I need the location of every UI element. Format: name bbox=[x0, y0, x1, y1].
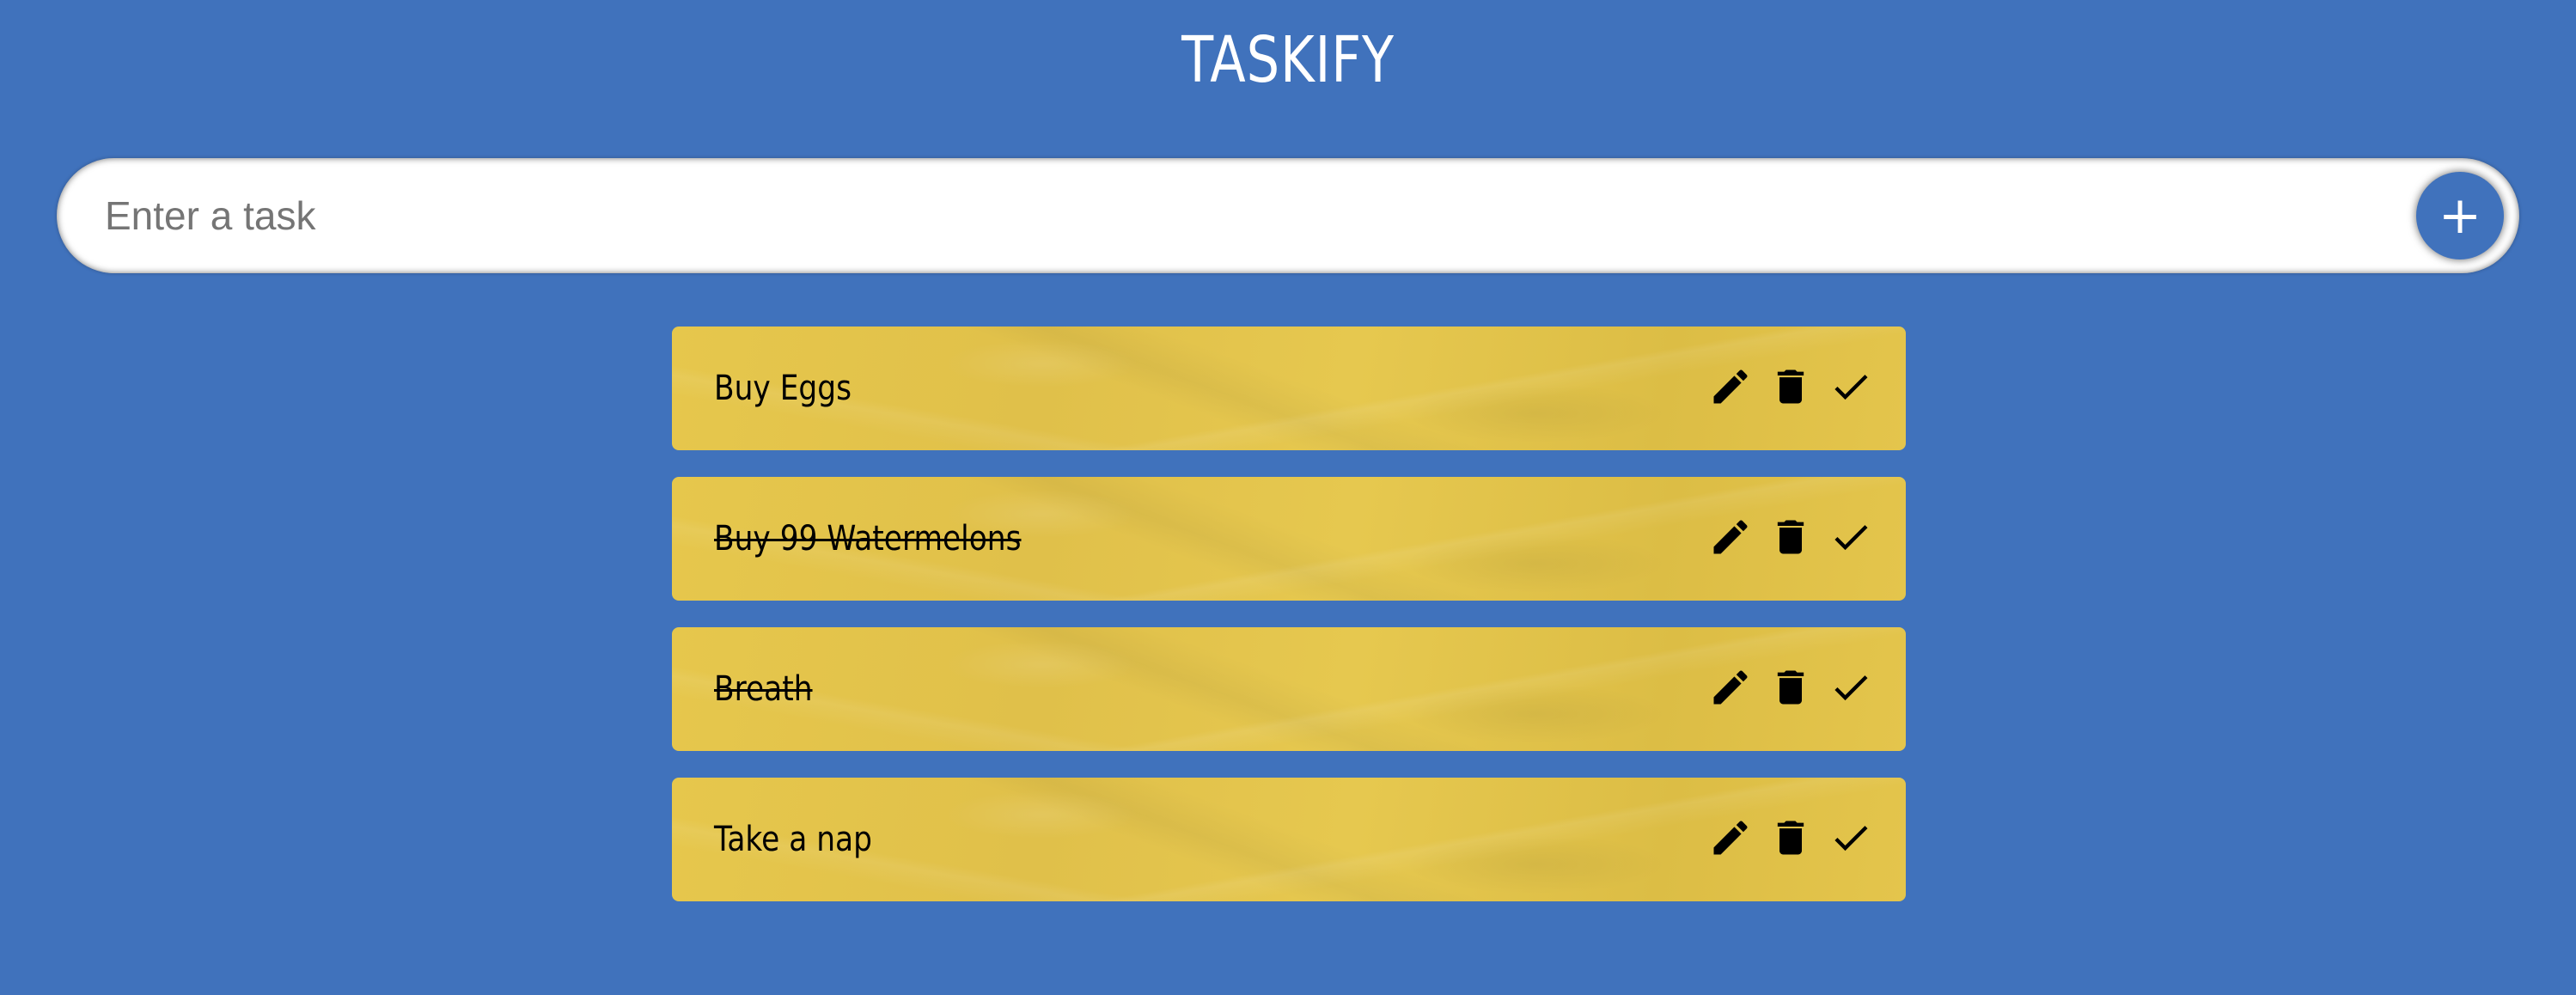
task-text: Breath bbox=[714, 669, 813, 709]
task-input[interactable] bbox=[105, 158, 2390, 273]
task-text: Buy Eggs bbox=[714, 369, 852, 408]
app-title: TASKIFY bbox=[1181, 23, 1395, 97]
task-actions bbox=[1700, 627, 1906, 751]
pencil-icon[interactable] bbox=[1708, 515, 1753, 559]
check-icon[interactable] bbox=[1828, 364, 1873, 409]
task-actions bbox=[1700, 477, 1906, 601]
check-icon[interactable] bbox=[1828, 665, 1873, 710]
task-text: Take a nap bbox=[714, 820, 872, 859]
task-actions bbox=[1700, 778, 1906, 901]
task-list: Buy Eggs Buy 99 Watermelons Breath Take … bbox=[672, 327, 1906, 928]
trash-icon[interactable] bbox=[1768, 515, 1813, 559]
task-card: Buy 99 Watermelons bbox=[672, 477, 1906, 601]
pencil-icon[interactable] bbox=[1708, 815, 1753, 860]
task-card: Breath bbox=[672, 627, 1906, 751]
pencil-icon[interactable] bbox=[1708, 665, 1753, 710]
trash-icon[interactable] bbox=[1768, 665, 1813, 710]
pencil-icon[interactable] bbox=[1708, 364, 1753, 409]
check-icon[interactable] bbox=[1828, 815, 1873, 860]
task-card: Take a nap bbox=[672, 778, 1906, 901]
trash-icon[interactable] bbox=[1768, 815, 1813, 860]
trash-icon[interactable] bbox=[1768, 364, 1813, 409]
task-text: Buy 99 Watermelons bbox=[714, 519, 1022, 559]
check-icon[interactable] bbox=[1828, 515, 1873, 559]
task-form: + bbox=[57, 158, 2519, 273]
task-card: Buy Eggs bbox=[672, 327, 1906, 450]
task-actions bbox=[1700, 327, 1906, 450]
add-task-button[interactable]: + bbox=[2416, 172, 2504, 259]
